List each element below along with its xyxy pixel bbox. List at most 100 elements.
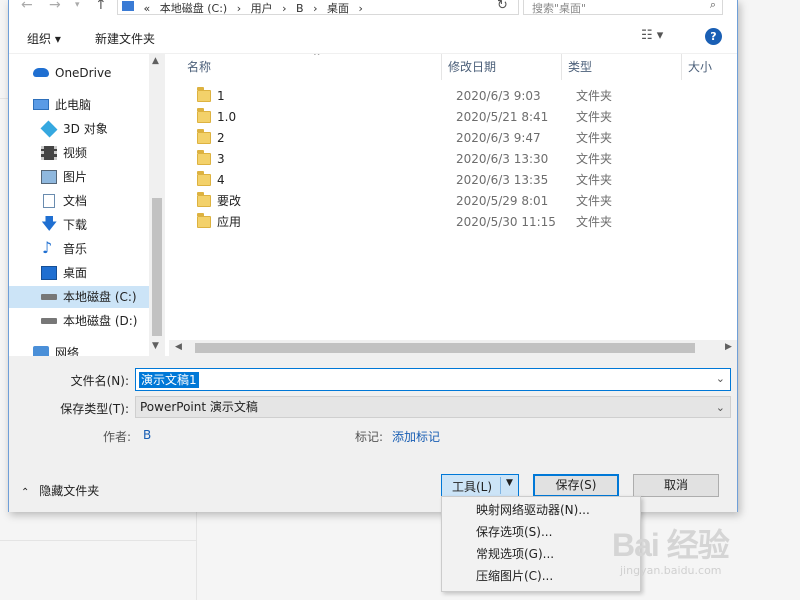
nav-item-onedrive[interactable]: OneDrive [9,62,149,84]
folder-icon [197,129,211,144]
file-date: 2020/6/3 13:35 [456,173,549,187]
file-row[interactable]: 要改 2020/5/29 8:01 文件夹 [167,191,617,212]
forward-arrow-icon[interactable]: → [49,0,61,13]
file-row[interactable]: 1 2020/6/3 9:03 文件夹 [167,86,617,107]
column-header-type[interactable]: 类型 [568,54,592,80]
hide-folders-label: 隐藏文件夹 [39,484,100,498]
folder-icon [197,108,211,123]
cancel-button[interactable]: 取消 [633,474,719,497]
chevron-down-icon[interactable]: ⌄ [716,398,725,418]
breadcrumb-overflow[interactable]: « [144,2,151,14]
drive-icon [41,318,57,324]
search-input[interactable]: 搜索"桌面" ⌕ [523,0,723,15]
author-label: 作者: [102,430,131,444]
chevron-down-icon[interactable]: ▼ [506,478,513,488]
hide-folders-toggle[interactable]: ⌃ 隐藏文件夹 [21,482,99,499]
nav-item-videos[interactable]: 视频 [9,142,149,164]
nav-item-documents[interactable]: 文档 [9,190,149,212]
folder-icon [197,150,211,165]
scroll-up-icon[interactable]: ▲ [152,56,159,66]
nav-item-label: 下载 [63,218,88,232]
file-name: 4 [217,173,225,187]
nav-item-desktop[interactable]: 桌面 [9,262,149,284]
search-icon[interactable]: ⌕ [710,0,716,12]
video-icon [41,146,57,160]
nav-item-label: 文档 [63,194,88,208]
nav-item-music[interactable]: ♪ 音乐 [9,238,149,260]
nav-item-label: 音乐 [63,242,88,256]
recent-dropdown-icon[interactable]: ▾ [75,0,80,10]
nav-item-network[interactable]: 网络 [9,342,149,356]
filename-field[interactable]: 演示文稿1 ⌄ [135,368,731,391]
breadcrumb-separator-icon: › [236,2,242,15]
column-divider[interactable] [561,54,562,80]
nav-item-label: 桌面 [63,266,88,280]
column-header-date[interactable]: 修改日期 [448,54,496,80]
nav-item-label: 此电脑 [55,98,92,112]
file-name: 3 [217,152,225,166]
background-divider [0,98,8,99]
column-divider[interactable] [441,54,442,80]
view-options-icon[interactable]: ☷ ▾ [641,28,663,43]
file-type: 文件夹 [576,110,613,124]
file-row[interactable]: 1.0 2020/5/21 8:41 文件夹 [167,107,617,128]
nav-item-drive-c[interactable]: 本地磁盘 (C:) [9,286,149,308]
navigation-pane[interactable]: OneDrive 此电脑 3D 对象 视频 图片 文档 🡇 下载 ♪ 音乐 桌面… [9,54,165,356]
breadcrumb-item[interactable]: 本地磁盘 (C:) [160,0,227,14]
file-list[interactable]: ^ 名称 修改日期 类型 大小 1 2020/6/3 9:03 文件夹 1.0 … [167,54,737,356]
file-row[interactable]: 3 2020/6/3 13:30 文件夹 [167,149,617,170]
breadcrumb-item[interactable]: B [296,2,304,14]
file-name: 1.0 [217,110,237,124]
breadcrumb-item[interactable]: 桌面 [327,0,349,14]
nav-item-drive-d[interactable]: 本地磁盘 (D:) [9,310,149,332]
nav-item-this-pc[interactable]: 此电脑 [9,94,149,116]
column-header-size[interactable]: 大小 [688,54,712,80]
filetype-select[interactable]: PowerPoint 演示文稿 ⌄ [135,396,731,418]
column-header-name[interactable]: 名称 [187,54,211,80]
tools-dropdown-menu: 映射网络驱动器(N)... 保存选项(S)... 常规选项(G)... 压缩图片… [441,496,641,592]
file-row[interactable]: 4 2020/6/3 13:35 文件夹 [167,170,617,191]
file-date: 2020/6/3 9:03 [456,89,541,103]
pc-icon [122,1,134,11]
filename-value[interactable]: 演示文稿1 [139,372,199,388]
scroll-down-icon[interactable]: ▼ [152,341,159,351]
menu-item-save-options[interactable]: 保存选项(S)... [442,521,640,543]
add-tags-link[interactable]: 添加标记 [392,428,440,445]
new-folder-button[interactable]: 新建文件夹 [95,30,155,47]
horizontal-scrollbar[interactable]: ◀ ▶ [169,340,737,356]
refresh-icon[interactable]: ↻ [497,0,508,13]
organize-button[interactable]: 组织 ▾ [27,30,61,47]
breadcrumb-item[interactable]: 用户 [251,0,273,14]
author-value[interactable]: B [143,428,151,442]
menu-item-compress-pictures[interactable]: 压缩图片(C)... [442,565,640,587]
nav-item-downloads[interactable]: 🡇 下载 [9,214,149,236]
nav-item-pictures[interactable]: 图片 [9,166,149,188]
desktop-icon [41,266,57,280]
help-icon[interactable]: ? [705,28,722,45]
scrollbar-thumb[interactable] [195,343,695,353]
nav-scrollbar[interactable]: ▲ ▼ [149,54,165,356]
save-button[interactable]: 保存(S) [533,474,619,497]
up-arrow-icon[interactable]: ↑ [95,0,107,13]
column-divider[interactable] [681,54,682,80]
menu-item-general-options[interactable]: 常规选项(G)... [442,543,640,565]
folder-icon [197,171,211,186]
chevron-down-icon[interactable]: ⌄ [716,372,725,385]
file-row[interactable]: 应用 2020/5/30 11:15 文件夹 [167,212,617,233]
scrollbar-thumb[interactable] [152,198,162,336]
background-divider [0,540,196,541]
music-icon: ♪ [42,238,53,257]
tools-label: 工具(L) [452,480,493,494]
breadcrumb-separator-icon: › [313,2,318,15]
nav-item-3d-objects[interactable]: 3D 对象 [9,118,149,140]
address-bar[interactable]: « 本地磁盘 (C:) › 用户 › B › 桌面 › [117,0,519,15]
tools-button[interactable]: 工具(L) ▼ [441,474,519,497]
file-name: 1 [217,89,225,103]
scroll-left-icon[interactable]: ◀ [175,342,182,352]
nav-item-label: 3D 对象 [63,122,108,136]
folder-icon [197,192,211,207]
file-row[interactable]: 2 2020/6/3 9:47 文件夹 [167,128,617,149]
back-arrow-icon[interactable]: ← [21,0,33,13]
scroll-right-icon[interactable]: ▶ [725,342,732,352]
menu-item-map-network-drive[interactable]: 映射网络驱动器(N)... [442,499,640,521]
